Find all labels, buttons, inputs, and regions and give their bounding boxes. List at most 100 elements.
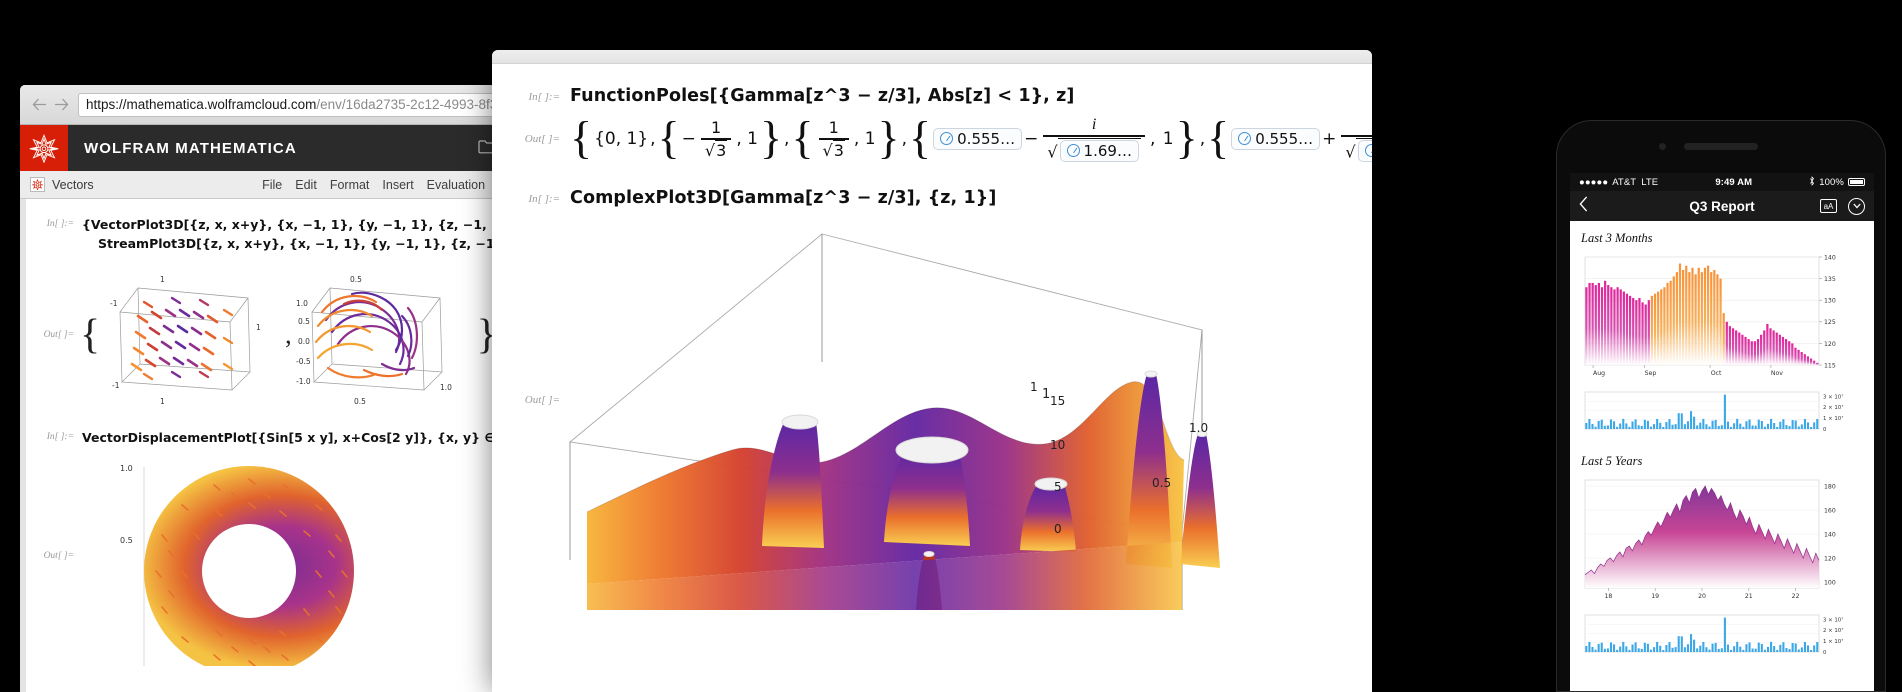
svg-text:Nov: Nov <box>1771 370 1783 377</box>
numeric-chip-4[interactable]: 1.69… <box>1357 139 1372 162</box>
battery-percentage-label: 100% <box>1819 176 1844 188</box>
phone-report-body: Last 3 Months 115 120 125 130 135 140 Aug Sep Oc… <box>1570 221 1874 661</box>
svg-text:0.5: 0.5 <box>298 317 310 326</box>
svg-text:100: 100 <box>1824 579 1836 586</box>
expr-sep-3: , <box>901 128 908 149</box>
svg-text:Oct: Oct <box>1711 370 1722 377</box>
text-size-icon[interactable]: aA <box>1820 199 1837 213</box>
fraction-3-denominator: √ 1.69… <box>1043 137 1145 162</box>
expr-item-3-tail: , 1 <box>853 128 876 149</box>
svg-text:0: 0 <box>1823 650 1827 656</box>
in-label: In[ ]:= <box>46 219 74 229</box>
arrow-left-icon[interactable] <box>28 94 50 116</box>
code-complexplot3d: ComplexPlot3D[Gamma[z^3 − z/3], {z, 1}] <box>570 187 997 208</box>
svg-text:1.0: 1.0 <box>120 464 133 473</box>
output-open-brace: { <box>80 311 101 358</box>
vector-displacement-plot-graphic[interactable]: 1.0 0.5 <box>84 451 434 667</box>
signal-dots-icon: ●●●●● <box>1579 176 1609 188</box>
svg-text:2 × 10⁷: 2 × 10⁷ <box>1823 404 1843 411</box>
svg-text:19: 19 <box>1651 593 1659 600</box>
fraction-2-denominator: √3 <box>822 139 845 160</box>
volume-chart-last-3-months[interactable]: 0 1 × 10⁷ 2 × 10⁷ 3 × 10⁷ <box>1581 389 1863 438</box>
refresh-icon <box>1364 144 1372 158</box>
menu-item-format[interactable]: Format <box>330 178 370 192</box>
phone-nav-bar: Q3 Report aA <box>1570 191 1874 221</box>
fraction-1-radicand: 3 <box>715 139 728 160</box>
svg-text:1.0: 1.0 <box>296 299 308 308</box>
axis-tick-z-0: 0 <box>1054 521 1062 536</box>
notebook-name-label: Vectors <box>52 177 94 192</box>
expr-open-brace-3: { <box>791 112 814 164</box>
svg-text:3 × 10⁷: 3 × 10⁷ <box>1823 616 1843 623</box>
numeric-chip-1[interactable]: 0.555… <box>933 127 1023 150</box>
refresh-icon <box>940 132 954 146</box>
expr-close-brace-4: } <box>1175 112 1198 164</box>
wolfram-mathematica-title: WOLFRAM MATHEMATICA <box>84 139 297 157</box>
expr-sep-2: , <box>784 128 790 149</box>
svg-text:-1: -1 <box>112 381 120 390</box>
carrier-label: AT&T <box>1612 176 1637 188</box>
svg-text:0.5: 0.5 <box>354 397 366 406</box>
input-cell-functionpoles[interactable]: In[ ]:= FunctionPoles[{Gamma[z^3 − z/3],… <box>492 86 1372 106</box>
fraction-4-bar <box>1341 135 1372 137</box>
menu-item-edit[interactable]: Edit <box>295 178 317 192</box>
fraction-4-denominator: √1.69… <box>1341 137 1372 162</box>
numeric-chip-3[interactable]: 0.555… <box>1231 127 1321 150</box>
earpiece-speaker <box>1684 143 1758 150</box>
wolfram-notebook-icon <box>30 177 45 192</box>
chart-last-5-years[interactable]: 100 120 140 160 180 18 19 20 21 22 <box>1581 476 1863 609</box>
refresh-icon <box>1238 132 1252 146</box>
complex-plot-3d-graphic[interactable]: Out[ ]= 1 1 15 10 5 0 1.0 0.5 <box>492 212 1372 612</box>
numeric-chip-2[interactable]: 1.69… <box>1059 139 1139 162</box>
expr-item-1: {0, 1} <box>594 128 649 149</box>
svg-text:18: 18 <box>1604 593 1612 600</box>
mathematica-notebook-window: In[ ]:= FunctionPoles[{Gamma[z^3 − z/3],… <box>492 50 1372 692</box>
front-camera-icon <box>1659 143 1666 150</box>
in-label-2: In[ ]:= <box>46 431 74 442</box>
battery-full-icon <box>1847 178 1865 186</box>
svg-text:160: 160 <box>1824 507 1836 514</box>
svg-text:0.5: 0.5 <box>120 536 133 545</box>
out-label-2: Out[ ]= <box>43 551 74 562</box>
svg-text:21: 21 <box>1745 593 1753 600</box>
fraction-2: 1 √3 <box>818 118 849 160</box>
axis-tick-z-5: 5 <box>1054 479 1062 494</box>
svg-text:115: 115 <box>1824 362 1836 369</box>
svg-text:1: 1 <box>160 397 165 406</box>
vector-plot-3d-graphic[interactable]: 1 -1 -1 1 1 <box>100 260 285 410</box>
menu-item-insert[interactable]: Insert <box>382 178 413 192</box>
svg-text:180: 180 <box>1824 483 1836 490</box>
svg-text:20: 20 <box>1698 593 1706 600</box>
arrow-right-icon[interactable] <box>50 94 72 116</box>
menu-item-evaluation[interactable]: Evaluation <box>427 178 485 192</box>
svg-text:-0.5: -0.5 <box>296 357 311 366</box>
expr-open-brace: { <box>570 112 593 164</box>
expr-minus-2: − <box>1024 128 1039 149</box>
phone-screen: ●●●●● AT&T LTE 9:49 AM 100% Q3 Report aA <box>1570 173 1874 691</box>
chevron-down-icon[interactable] <box>1848 197 1865 215</box>
numeric-chip-2-value: 1.69… <box>1083 141 1132 160</box>
code-line-vectorplot3d: {VectorPlot3D[{z, x, x+y}, {x, −1, 1}, {… <box>82 217 520 232</box>
axis-tick-x-1: 1.0 <box>1189 420 1209 435</box>
expr-open-brace-5: { <box>1207 112 1230 164</box>
expr-open-brace-2: { <box>657 112 680 164</box>
chart-last-3-months[interactable]: 115 120 125 130 135 140 Aug Sep Oct Nov <box>1581 253 1863 386</box>
in-label-complexplot3d: In[ ]:= <box>528 192 560 205</box>
notebook-document-name[interactable]: Vectors <box>30 177 94 192</box>
notebook-title-strip <box>492 50 1372 64</box>
fraction-2-radicand: 3 <box>832 139 845 160</box>
out-label: Out[ ]= <box>43 329 74 340</box>
stream-plot-3d-graphic[interactable]: 0.5 1.0 0.5 0.0 -0.5 -1.0 0.5 1.0 <box>292 260 477 410</box>
network-label: LTE <box>1641 176 1659 188</box>
input-cell-complexplot3d[interactable]: In[ ]:= ComplexPlot3D[Gamma[z^3 − z/3], … <box>492 188 1372 208</box>
wolfram-spikey-logo[interactable] <box>20 125 68 171</box>
svg-text:Sep: Sep <box>1645 370 1657 377</box>
section-title-last-5-years: Last 5 Years <box>1581 454 1643 468</box>
fraction-3-numerator: i <box>1091 116 1097 133</box>
volume-chart-last-5-years[interactable]: 0 1 × 10⁷ 2 × 10⁷ 3 × 10⁷ <box>1581 612 1863 661</box>
axis-tick-top: 1 <box>1030 379 1038 394</box>
expr-sep-1: , <box>650 128 656 149</box>
svg-text:140: 140 <box>1824 254 1836 261</box>
menu-item-file[interactable]: File <box>262 178 282 192</box>
url-protocol: https:// <box>86 97 127 112</box>
